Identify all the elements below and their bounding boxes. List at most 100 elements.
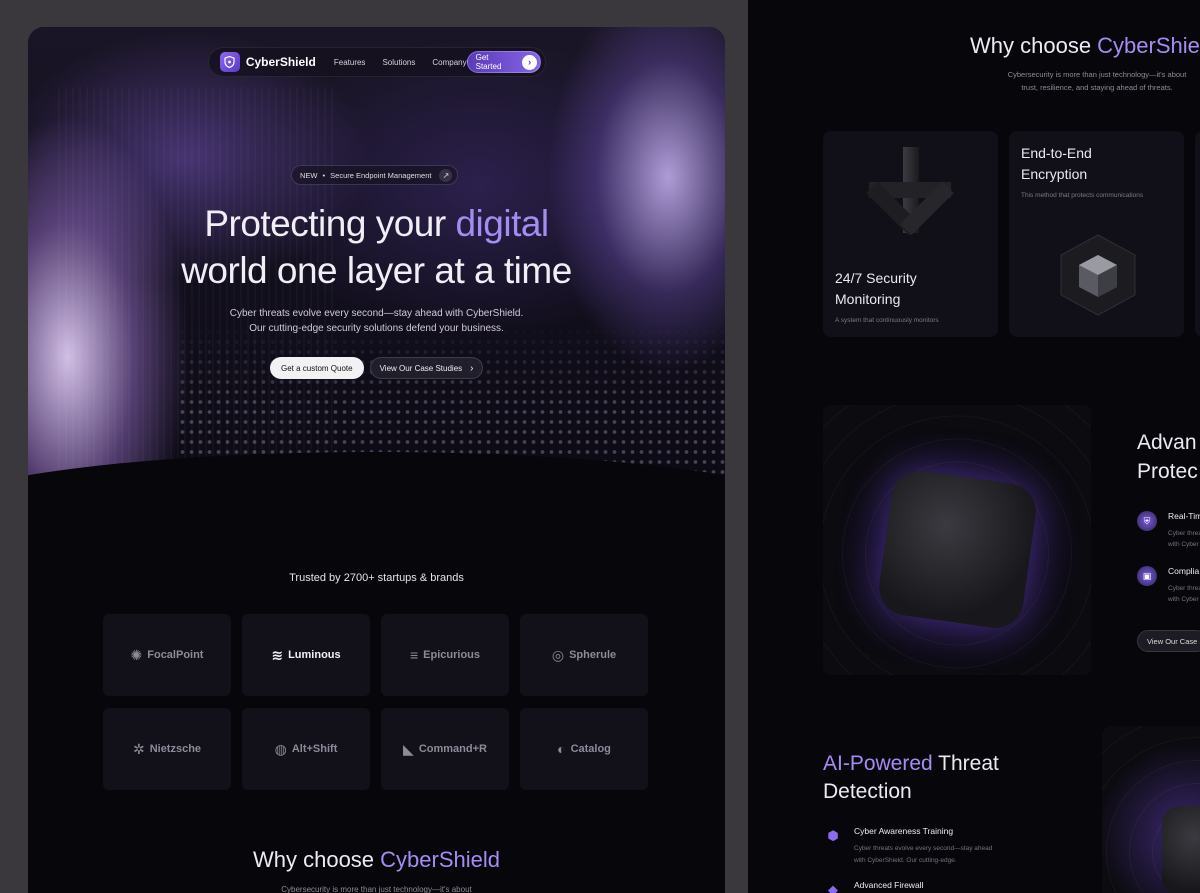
feature-item-realtime: ⛨ Real-Tim Cyber threa with Cyber xyxy=(1137,511,1200,550)
announcement-pill[interactable]: NEW • Secure Endpoint Management ↗ xyxy=(291,165,459,185)
logo-label: FocalPoint xyxy=(147,649,204,661)
feature-desc-line2: with Cyber xyxy=(1168,596,1199,603)
logo-label: Catalog xyxy=(570,743,611,755)
nav-link-features[interactable]: Features xyxy=(334,58,366,67)
hero-title-line2: world one layer at a time xyxy=(181,250,572,291)
card-title-line2: Monitoring xyxy=(835,291,901,307)
why-title-pre: Why choose xyxy=(970,33,1098,58)
case-studies-label: View Our Case Studies xyxy=(379,363,463,373)
hero-subtitle-line1: Cyber threats evolve every second—stay a… xyxy=(229,308,524,319)
why-subtitle-line1: Cybersecurity is more than just technolo… xyxy=(1007,70,1187,79)
arrow-up-right-icon: ↗ xyxy=(439,168,453,182)
logo-label: Command+R xyxy=(418,743,487,755)
hero-actions: Get a custom Quote View Our Case Studies… xyxy=(270,357,483,379)
sunburst-icon: ✺ xyxy=(130,646,143,663)
card-partial[interactable] xyxy=(1195,131,1200,337)
asterisk-block-icon xyxy=(866,147,954,236)
logo-label: Luminous xyxy=(288,649,341,661)
hero-curve-divider xyxy=(28,452,725,527)
logo-altshift: ◍ Alt+Shift xyxy=(242,708,370,790)
shield-icon: ⛨ xyxy=(1137,511,1157,531)
why-section-title: Why choose CyberShield xyxy=(28,847,725,873)
ai-item-name: Advanced Firewall xyxy=(854,880,924,890)
nav-link-company[interactable]: Company xyxy=(432,58,466,67)
advanced-title-line1: Advan xyxy=(1137,431,1197,454)
logo-epicurious: ≡ Epicurious xyxy=(381,614,509,696)
get-started-button[interactable]: Get Started › xyxy=(466,51,541,73)
features-page-preview: Why choose CyberShie Cybersecurity is mo… xyxy=(748,0,1200,893)
case-studies-button[interactable]: View Our Case S xyxy=(1137,630,1200,652)
feature-name: Complia xyxy=(1168,566,1200,576)
rounded-cube-illustration xyxy=(823,405,1091,675)
ai-threat-detection-title: AI-Powered Threat Detection xyxy=(823,750,999,806)
why-section-title: Why choose CyberShie xyxy=(970,33,1200,59)
custom-quote-button[interactable]: Get a custom Quote xyxy=(270,357,364,379)
stack-icon: ≡ xyxy=(409,647,419,663)
landing-page-preview: CyberShield Features Solutions Company G… xyxy=(28,27,725,893)
card-title-line1: 24/7 Security xyxy=(835,270,917,286)
card-subtitle: A system that continuously monitors xyxy=(835,317,939,324)
chevron-right-icon: › xyxy=(470,362,474,374)
cube-shape xyxy=(875,467,1040,632)
cube-icon: ⬢ xyxy=(827,828,839,843)
why-title-accent: CyberShield xyxy=(380,847,500,872)
card-security-monitoring[interactable]: 24/7 Security Monitoring A system that c… xyxy=(823,131,998,337)
logo-label: Alt+Shift xyxy=(291,743,338,755)
lock-cube-icon xyxy=(1060,234,1136,316)
feature-item-compliance: ▣ Complia Cyber threa with Cyber xyxy=(1137,566,1200,605)
brand-name[interactable]: CyberShield xyxy=(246,55,316,69)
ai-desc-line1: Cyber threats evolve every second—stay a… xyxy=(854,845,993,852)
asterisk-icon: ✲ xyxy=(132,740,145,757)
logo-label: Epicurious xyxy=(423,649,480,661)
shield-logo-icon[interactable] xyxy=(220,52,240,72)
logo-spherule: ◎ Spherule xyxy=(520,614,648,696)
hero-title: Protecting your digital world one layer … xyxy=(28,200,725,294)
logo-focalpoint: ✺ FocalPoint xyxy=(103,614,231,696)
nav-link-solutions[interactable]: Solutions xyxy=(382,58,415,67)
card-title: 24/7 Security Monitoring xyxy=(835,268,917,310)
why-section-subtitle: Cybersecurity is more than just technolo… xyxy=(992,68,1200,94)
advanced-protection-title: Advan Protec xyxy=(1137,428,1198,486)
top-nav: CyberShield Features Solutions Company G… xyxy=(208,47,546,77)
card-encryption[interactable]: End-to-End Encryption This method that p… xyxy=(1009,131,1184,337)
hero-title-accent: digital xyxy=(455,203,549,244)
feature-desc: Cyber threa with Cyber xyxy=(1168,583,1200,605)
ai-title-rest: Threat xyxy=(932,752,999,775)
trusted-heading: Trusted by 2700+ startups & brands xyxy=(289,572,464,584)
firewall-icon: ◆ xyxy=(828,882,838,893)
ai-item-text: Advanced Firewall xyxy=(854,880,923,893)
dot-separator: • xyxy=(322,170,326,180)
logo-label: Nietzsche xyxy=(149,743,202,755)
card-subtitle: This method that protects communications xyxy=(1021,192,1144,199)
ai-cube-illustration xyxy=(1102,726,1200,893)
announcement-text: Secure Endpoint Management xyxy=(330,170,432,180)
get-started-label: Get Started xyxy=(475,53,502,71)
advanced-title-line2: Protec xyxy=(1137,460,1198,483)
ai-title-line2: Detection xyxy=(823,780,912,803)
waves-icon: ◍ xyxy=(274,740,287,757)
sphere-icon: ◎ xyxy=(551,646,565,663)
ai-item-awareness: ⬢ Cyber Awareness Training Cyber threats… xyxy=(823,826,1014,867)
chip-icon: ▣ xyxy=(1137,566,1157,586)
ai-title-accent: AI-Powered xyxy=(823,752,933,775)
why-section-subtitle: Cybersecurity is more than just technolo… xyxy=(281,885,472,893)
client-logo-grid: ✺ FocalPoint ≋ Luminous ≡ Epicurious ◎ Spher… xyxy=(103,614,648,790)
case-studies-button[interactable]: View Our Case Studies › xyxy=(369,357,483,379)
logo-commandr: ◣ Command+R xyxy=(381,708,509,790)
hero-title-line1: Protecting your xyxy=(204,203,456,244)
feature-desc-line2: with Cyber xyxy=(1168,541,1199,548)
hero-subtitle-line2: Our cutting-edge security solutions defe… xyxy=(249,323,504,334)
cube-shape xyxy=(1162,806,1200,893)
hero-subtitle: Cyber threats evolve every second—stay a… xyxy=(28,306,725,336)
why-title-accent: CyberShie xyxy=(1097,33,1200,58)
ai-item-name: Cyber Awareness Training xyxy=(854,826,954,836)
logo-nietzsche: ✲ Nietzsche xyxy=(103,708,231,790)
ai-desc-line2: with CyberShield. Our cutting-edge. xyxy=(854,857,957,864)
card-title-line1: End-to-End xyxy=(1021,145,1092,161)
feature-desc-line1: Cyber threa xyxy=(1168,585,1200,592)
c-mark-icon: ◐ xyxy=(557,741,566,757)
ai-item-firewall: ◆ Advanced Firewall xyxy=(823,880,923,893)
hero-section: CyberShield Features Solutions Company G… xyxy=(28,27,725,527)
feature-item-text: Complia Cyber threa with Cyber xyxy=(1168,566,1200,605)
logo-label: Spherule xyxy=(569,649,617,661)
